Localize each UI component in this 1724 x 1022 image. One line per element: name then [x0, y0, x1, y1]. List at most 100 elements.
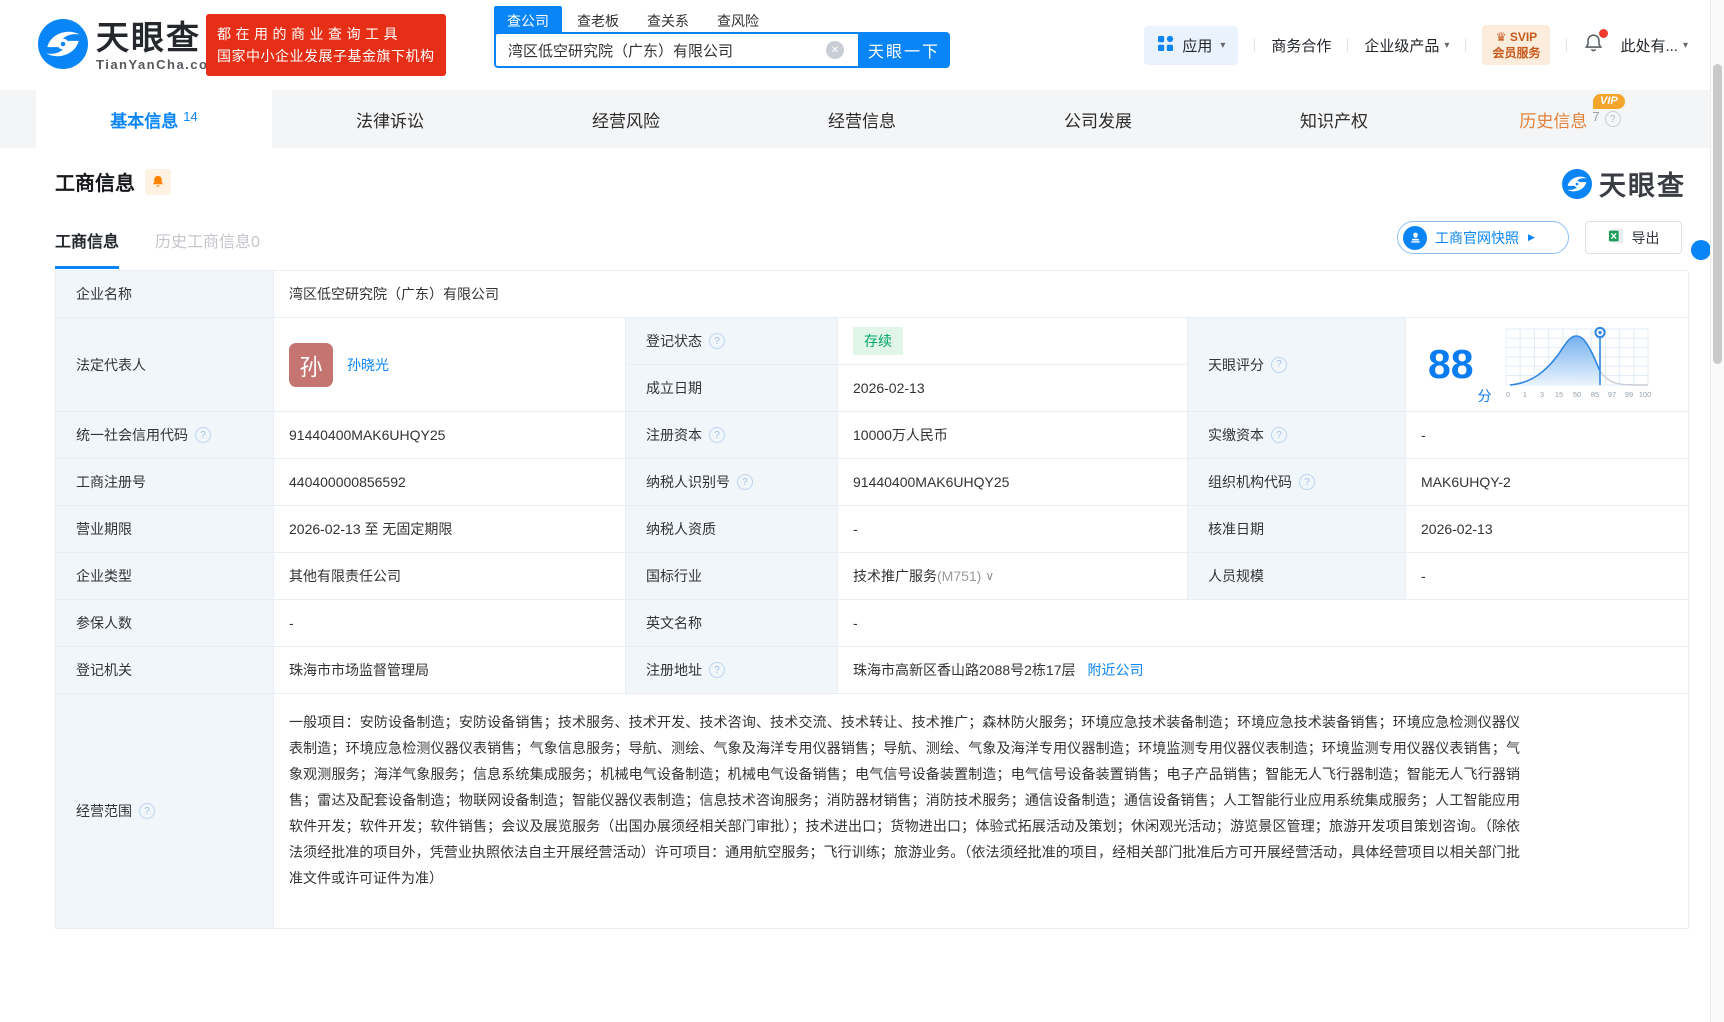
svip-label: SVIP: [1510, 30, 1537, 44]
reg-capital-label-cell: 注册资本 ?: [626, 412, 838, 459]
business-info-table: 企业名称 湾区低空研究院（广东）有限公司 法定代表人 孙 孙晓光 登记状态 ? …: [55, 270, 1688, 929]
apps-grid-icon: [1157, 35, 1174, 56]
enterprise-products-menu[interactable]: 企业级产品 ▾: [1364, 35, 1449, 56]
table-row: 法定代表人 孙 孙晓光 登记状态 ? 存续 天眼评分 ? 88 分: [56, 318, 1688, 412]
subscribe-bell-icon[interactable]: [145, 169, 171, 195]
svg-text:3: 3: [1540, 390, 1544, 399]
taxpayer-id-label-cell: 纳税人识别号 ?: [626, 459, 838, 506]
scrollbar[interactable]: [1710, 0, 1724, 1022]
nearby-companies-link[interactable]: 附近公司: [1088, 660, 1144, 680]
tab-basic-info[interactable]: 基本信息 14: [36, 90, 272, 148]
english-name-value: -: [838, 600, 1689, 647]
watermark-text: 天眼查: [1599, 164, 1686, 203]
score-value: 88: [1428, 344, 1474, 385]
tab-intellectual-property[interactable]: 知识产权: [1216, 90, 1452, 148]
legal-rep-name-link[interactable]: 孙晓光: [347, 355, 389, 375]
registered-address-value: 珠海市高新区香山路2088号2栋17层: [853, 660, 1076, 680]
user-name: 此处有...: [1620, 35, 1678, 56]
paid-capital-label: 实缴资本: [1208, 425, 1264, 445]
subtab-history-registration[interactable]: 历史工商信息0: [155, 228, 260, 252]
tab-intellectual-property-label: 知识产权: [1300, 107, 1368, 132]
help-icon[interactable]: ?: [139, 803, 155, 819]
search-button[interactable]: 天眼一下: [858, 32, 950, 68]
legal-rep-cell: 孙 孙晓光: [274, 318, 626, 412]
score-distribution-chart: 0 1 3 15 50 85 97 99 100: [1502, 323, 1652, 407]
business-scope-label: 经营范围: [76, 801, 132, 821]
help-icon[interactable]: ?: [737, 474, 753, 490]
tianyancha-logo[interactable]: 天眼查 TianYanCha.com: [38, 19, 222, 74]
score-label-cell: 天眼评分 ?: [1188, 318, 1406, 412]
svg-text:50: 50: [1572, 390, 1580, 399]
industry-label: 国标行业: [626, 553, 838, 600]
tianyancha-logo-icon: [38, 19, 88, 74]
tab-basic-info-label: 基本信息: [110, 107, 178, 132]
subtab-history-count: 0: [251, 234, 260, 251]
insured-count-value: -: [274, 600, 626, 647]
business-cooperation-link[interactable]: 商务合作: [1271, 35, 1331, 56]
help-icon[interactable]: ?: [709, 662, 725, 678]
chevron-down-icon[interactable]: ∨: [985, 569, 994, 583]
tab-business-info[interactable]: 经营信息: [744, 90, 980, 148]
tab-basic-info-count: 14: [183, 109, 197, 124]
industry-value: 技术推广服务: [853, 566, 937, 586]
legal-rep-avatar[interactable]: 孙: [289, 343, 333, 387]
org-code-value: MAK6UHQY-2: [1406, 459, 1689, 506]
help-icon[interactable]: ?: [1271, 357, 1287, 373]
scrollbar-thumb[interactable]: [1713, 64, 1722, 364]
user-menu[interactable]: 此处有... ▾: [1620, 35, 1688, 56]
search-box: ✕ 天眼一下: [494, 32, 950, 68]
header-nav: 应用 ▾ 商务合作 企业级产品 ▾ ♛ SVIP 会员服务: [1144, 0, 1688, 90]
credit-code-label-cell: 统一社会信用代码 ?: [56, 412, 274, 459]
apps-menu[interactable]: 应用 ▾: [1144, 26, 1238, 65]
help-icon[interactable]: ?: [1299, 474, 1315, 490]
crown-icon: ♛: [1496, 30, 1507, 44]
svg-text:97: 97: [1607, 390, 1615, 399]
official-snapshot-button[interactable]: 工商官网快照 ▶: [1397, 221, 1569, 254]
help-icon[interactable]: ?: [195, 427, 211, 443]
paid-capital-value: -: [1406, 412, 1689, 459]
svip-member-badge[interactable]: ♛ SVIP 会员服务: [1482, 25, 1550, 65]
org-code-label: 组织机构代码: [1208, 472, 1292, 492]
help-icon[interactable]: ?: [1605, 111, 1621, 127]
tab-legal-litigation[interactable]: 法律诉讼: [272, 90, 508, 148]
export-button[interactable]: 导出: [1585, 221, 1682, 254]
approval-date-label: 核准日期: [1188, 506, 1406, 553]
svg-text:85: 85: [1590, 390, 1598, 399]
official-snapshot-label: 工商官网快照: [1435, 228, 1519, 248]
tab-history-info-count: 7: [1592, 109, 1599, 124]
reg-capital-value: 10000万人民币: [838, 412, 1188, 459]
tab-operational-risk[interactable]: 经营风险: [508, 90, 744, 148]
notification-bell-icon[interactable]: [1583, 32, 1604, 59]
est-date-label: 成立日期: [626, 365, 838, 412]
help-icon[interactable]: ?: [709, 333, 725, 349]
table-row: 统一社会信用代码 ? 91440400MAK6UHQY25 注册资本 ? 100…: [56, 412, 1688, 459]
help-icon[interactable]: ?: [709, 427, 725, 443]
svg-text:100: 100: [1638, 390, 1651, 399]
score-cell[interactable]: 88 分: [1406, 318, 1689, 412]
reg-number-value: 440400000856592: [274, 459, 626, 506]
credit-code-label: 统一社会信用代码: [76, 425, 188, 445]
tab-history-info[interactable]: VIP 历史信息 7 ?: [1452, 90, 1688, 148]
top-header: 天眼查 TianYanCha.com 都在用的商业查询工具 国家中小企业发展子基…: [0, 0, 1724, 90]
tab-history-info-label: 历史信息: [1519, 107, 1587, 132]
chevron-down-icon: ▾: [1220, 40, 1225, 51]
help-icon[interactable]: ?: [1271, 427, 1287, 443]
subtab-business-registration[interactable]: 工商信息: [55, 228, 119, 252]
taxpayer-id-value: 91440400MAK6UHQY25: [838, 459, 1188, 506]
score-label: 天眼评分: [1208, 355, 1264, 375]
english-name-label: 英文名称: [626, 600, 838, 647]
side-float-button[interactable]: [1691, 240, 1711, 260]
registered-address-cell: 珠海市高新区香山路2088号2栋17层 附近公司: [838, 647, 1689, 694]
status-badge: 存续: [853, 327, 903, 355]
business-scope-label-cell: 经营范围 ?: [56, 694, 274, 929]
search-input[interactable]: [494, 32, 858, 68]
clear-icon[interactable]: ✕: [826, 41, 844, 59]
reg-status-label: 登记状态: [646, 331, 702, 351]
tab-company-development-label: 公司发展: [1064, 107, 1132, 132]
legal-rep-label: 法定代表人: [56, 318, 274, 412]
promo-badge: 都在用的商业查询工具 国家中小企业发展子基金旗下机构: [206, 14, 446, 76]
score-unit: 分: [1478, 386, 1492, 406]
company-name-label: 企业名称: [56, 271, 274, 318]
business-term-label: 营业期限: [56, 506, 274, 553]
tab-company-development[interactable]: 公司发展: [980, 90, 1216, 148]
